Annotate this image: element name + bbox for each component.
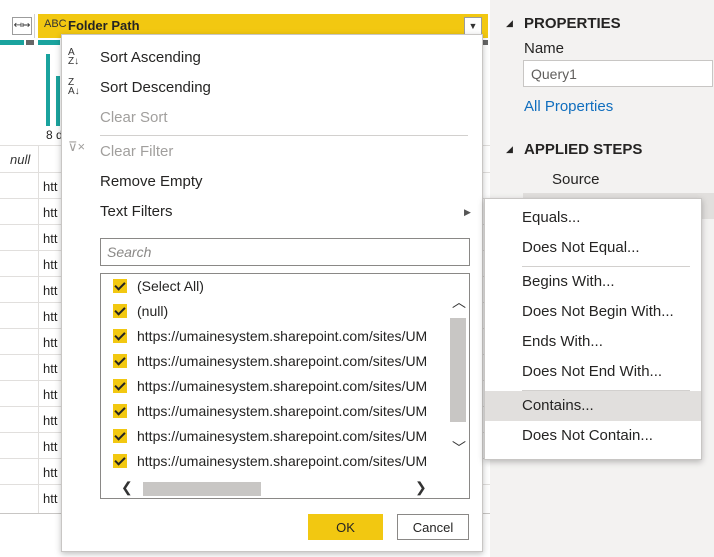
menu-item-label: Does Not Contain... [522,427,653,444]
list-item-label: https://umainesystem.sharepoint.com/site… [137,353,428,369]
list-item-label: https://umainesystem.sharepoint.com/site… [137,428,428,444]
menu-item-label: Contains... [522,397,594,414]
scroll-up-icon[interactable]: ︿ [452,292,466,312]
sort-ascending-icon: A Z↓ [68,47,80,67]
table-cell[interactable]: htt [43,231,57,246]
query-name-input[interactable] [523,60,713,87]
remove-empty-item[interactable]: Remove Empty [100,173,203,190]
filter-not-equal-item[interactable]: Does Not Equal... [485,233,701,263]
filter-not-contain-item[interactable]: Does Not Contain... [485,421,701,451]
menu-item-label: Begins With... [522,273,615,290]
checkbox-checked-icon[interactable] [113,454,127,468]
table-cell[interactable]: htt [43,387,57,402]
scroll-right-icon[interactable]: ❯ [415,479,427,496]
list-item[interactable]: (Select All) [101,275,451,300]
clear-filter-item[interactable]: Clear Filter [100,143,173,160]
checkbox-checked-icon[interactable] [113,279,127,293]
list-item-label: (null) [137,303,169,319]
menu-item-label: Does Not End With... [522,363,663,380]
table-cell[interactable]: htt [43,257,57,272]
table-cell[interactable]: htt [43,205,57,220]
sort-descending-icon: Z A↓ [68,77,80,97]
list-item[interactable]: (null) [101,300,451,325]
column-filter-dropdown-icon[interactable]: ▼ [464,17,482,35]
null-cell: null [10,152,31,167]
sort-descending-item[interactable]: Sort Descending [100,79,211,96]
clear-filter-icon: ⊽× [68,139,86,154]
column-quality-bar [0,40,24,45]
table-cell[interactable]: htt [43,283,57,298]
menu-item-label: Does Not Begin With... [522,303,674,320]
table-cell[interactable]: htt [43,335,57,350]
checkbox-checked-icon[interactable] [113,379,127,393]
filter-equals-item[interactable]: Equals... [485,203,701,233]
collapse-triangle-icon[interactable]: ◢ [506,18,513,29]
list-item-label: https://umainesystem.sharepoint.com/site… [137,378,428,394]
checkbox-checked-icon[interactable] [113,429,127,443]
list-item[interactable]: https://umainesystem.sharepoint.com/site… [101,350,451,375]
list-item-label: https://umainesystem.sharepoint.com/site… [137,403,428,419]
table-cell[interactable]: htt [43,491,57,506]
step-label: Source [552,171,600,188]
distribution-bar [56,76,60,126]
filter-not-end-with-item[interactable]: Does Not End With... [485,357,701,387]
scroll-down-icon[interactable]: ﹀ [452,438,466,458]
filter-contains-item[interactable]: Contains... [485,391,701,421]
collapse-triangle-icon[interactable]: ◢ [506,144,513,155]
applied-steps-heading: APPLIED STEPS [524,141,643,158]
cancel-button[interactable]: Cancel [397,514,469,540]
list-item-label: https://umainesystem.sharepoint.com/site… [137,328,428,344]
filter-not-begin-with-item[interactable]: Does Not Begin With... [485,297,701,327]
sort-ascending-item[interactable]: Sort Ascending [100,49,201,66]
expand-column-icon[interactable]: ↤↦ [12,17,32,35]
list-item[interactable]: https://umainesystem.sharepoint.com/site… [101,425,451,450]
scroll-left-icon[interactable]: ❮ [121,479,133,496]
ok-button[interactable]: OK [308,514,383,540]
list-item-label: (Select All) [137,278,204,294]
list-item-label: https://umainesystem.sharepoint.com/site… [137,453,428,469]
table-cell[interactable]: htt [43,413,57,428]
menu-separator [100,135,468,136]
distribution-bar [46,54,50,126]
list-item[interactable]: https://umainesystem.sharepoint.com/site… [101,450,451,475]
list-item[interactable]: https://umainesystem.sharepoint.com/site… [101,400,451,425]
checkbox-checked-icon[interactable] [113,354,127,368]
table-cell[interactable]: htt [43,361,57,376]
column-filter-menu: A Z↓ Sort Ascending Z A↓ Sort Descending C… [61,34,483,552]
table-cell[interactable]: htt [43,465,57,480]
menu-item-label: Equals... [522,209,581,226]
column-quality-bar [26,40,34,45]
column-header-label: Folder Path [68,18,140,33]
list-item[interactable]: https://umainesystem.sharepoint.com/site… [101,325,451,350]
name-label: Name [524,40,565,57]
list-item[interactable]: https://umainesystem.sharepoint.com/site… [101,375,451,400]
column-quality-bar [38,40,60,45]
table-cell[interactable]: htt [43,179,57,194]
table-cell[interactable]: htt [43,309,57,324]
clear-sort-item[interactable]: Clear Sort [100,109,168,126]
text-type-icon[interactable]: ABC [44,18,67,30]
properties-heading: PROPERTIES [524,15,621,32]
text-filters-item[interactable]: Text Filters [100,203,173,220]
text-filters-submenu: Equals... Does Not Equal... Begins With.… [484,198,702,460]
all-properties-link[interactable]: All Properties [524,98,613,115]
search-input[interactable] [100,238,470,266]
filter-begins-with-item[interactable]: Begins With... [485,267,701,297]
submenu-arrow-icon: ▶ [464,207,471,217]
checkbox-checked-icon[interactable] [113,329,127,343]
filter-ends-with-item[interactable]: Ends With... [485,327,701,357]
horizontal-scroll-thumb[interactable] [143,482,261,496]
step-item-source[interactable]: Source [523,167,714,193]
table-cell[interactable]: htt [43,439,57,454]
checkbox-checked-icon[interactable] [113,304,127,318]
checkbox-checked-icon[interactable] [113,404,127,418]
filter-values-list: (Select All) (null) https://umainesystem… [100,273,470,499]
menu-item-label: Does Not Equal... [522,239,640,256]
menu-item-label: Ends With... [522,333,603,350]
vertical-scroll-thumb[interactable] [450,318,466,422]
